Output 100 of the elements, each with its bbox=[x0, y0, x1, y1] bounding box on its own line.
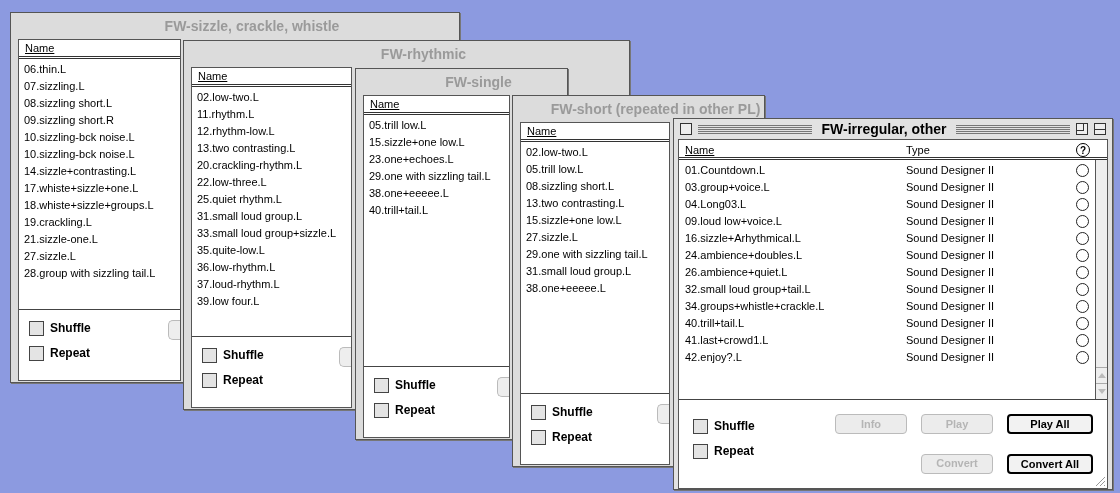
list-row[interactable]: 06.thin.L bbox=[24, 61, 175, 78]
column-header[interactable]: Type bbox=[906, 143, 930, 156]
list-cell-text: Sound Designer II bbox=[906, 197, 996, 213]
list-cell[interactable]: 40.trill+tail.L bbox=[685, 315, 906, 332]
list-row[interactable]: 27.sizzle.L bbox=[24, 248, 175, 265]
checkbox[interactable] bbox=[202, 372, 217, 388]
list-cell-text: Sound Designer II bbox=[906, 316, 996, 332]
list-cell-text: Sound Designer II bbox=[906, 163, 996, 179]
list-row[interactable]: 02.low-two.L bbox=[197, 89, 346, 106]
list-row[interactable]: 20.crackling-rhythm.L bbox=[197, 157, 346, 174]
list-row[interactable]: 05.trill low.L bbox=[369, 117, 504, 134]
list-row[interactable]: 11.rhythm.L bbox=[197, 106, 346, 123]
list-row[interactable]: 10.sizzling-bck noise.L bbox=[24, 146, 175, 163]
window-title: FW-irregular, other bbox=[820, 119, 948, 139]
list-row[interactable]: 27.sizzle.L bbox=[526, 229, 664, 246]
window-title: FW-short (repeated in other PL) bbox=[549, 99, 762, 119]
checkbox-label: Shuffle bbox=[223, 347, 264, 364]
list-row[interactable]: 05.trill low.L bbox=[526, 161, 664, 178]
column-header[interactable]: Name bbox=[198, 68, 228, 85]
checkbox-label: Shuffle bbox=[50, 320, 91, 337]
checkbox-label: Repeat bbox=[223, 372, 263, 389]
column-header[interactable]: Name bbox=[370, 96, 400, 113]
list-cell[interactable]: 26.ambience+quiet.L bbox=[685, 264, 906, 281]
list-row[interactable]: 38.one+eeeee.L bbox=[369, 185, 504, 202]
list-row[interactable]: 36.low-rhythm.L bbox=[197, 259, 346, 276]
window-title: FW-rhythmic bbox=[379, 44, 468, 64]
list-cell[interactable]: 42.enjoy?.L bbox=[685, 349, 906, 366]
list-row[interactable]: 09.sizzling short.R bbox=[24, 112, 175, 129]
list-row[interactable]: 17.whiste+sizzle+one.L bbox=[24, 180, 175, 197]
list-row[interactable]: 35.quite-low.L bbox=[197, 242, 346, 259]
list-row[interactable]: 18.whiste+sizzle+groups.L bbox=[24, 197, 175, 214]
list-row[interactable]: 13.two contrasting.L bbox=[526, 195, 664, 212]
list-cell-text: Sound Designer II bbox=[906, 333, 996, 349]
collapse-box[interactable] bbox=[1094, 123, 1106, 135]
list-cell[interactable]: 09.loud low+voice.L bbox=[685, 213, 906, 230]
list-row[interactable]: 13.two contrasting.L bbox=[197, 140, 346, 157]
button[interactable]: Play All bbox=[1007, 414, 1093, 434]
column-header[interactable]: Name bbox=[527, 123, 557, 140]
list-row[interactable]: 10.sizzling-bck noise.L bbox=[24, 129, 175, 146]
list-row[interactable]: 22.low-three.L bbox=[197, 174, 346, 191]
list-cell[interactable]: 01.Countdown.L bbox=[685, 162, 906, 179]
close-box[interactable] bbox=[680, 123, 692, 135]
list-row[interactable]: 07.sizzling.L bbox=[24, 78, 175, 95]
checkbox[interactable] bbox=[693, 418, 708, 434]
window-title: FW-single bbox=[444, 72, 513, 92]
checkbox-label: Shuffle bbox=[714, 418, 755, 435]
list-row[interactable]: 08.sizzling short.L bbox=[24, 95, 175, 112]
list-cell-text: Sound Designer II bbox=[906, 350, 996, 366]
list-row[interactable]: 37.loud-rhythm.L bbox=[197, 276, 346, 293]
list-row[interactable]: 31.small loud group.L bbox=[526, 263, 664, 280]
checkbox-label: Repeat bbox=[714, 443, 754, 460]
list-cell[interactable]: 32.small loud group+tail.L bbox=[685, 281, 906, 298]
list-cell[interactable]: 16.sizzle+Arhythmical.L bbox=[685, 230, 906, 247]
list-row[interactable]: 25.quiet rhythm.L bbox=[197, 191, 346, 208]
resize-grip-icon[interactable] bbox=[1093, 474, 1106, 487]
list-cell-text: Sound Designer II bbox=[906, 299, 996, 315]
list-row[interactable]: 08.sizzling short.L bbox=[526, 178, 664, 195]
column-header[interactable]: Name bbox=[685, 143, 715, 156]
list-row[interactable]: 23.one+echoes.L bbox=[369, 151, 504, 168]
list-row[interactable]: 29.one with sizzling tail.L bbox=[526, 246, 664, 263]
list-cell-text: Sound Designer II bbox=[906, 214, 996, 230]
list-row[interactable]: 15.sizzle+one low.L bbox=[369, 134, 504, 151]
checkbox-label: Repeat bbox=[395, 402, 435, 419]
list-row[interactable]: 21.sizzle-one.L bbox=[24, 231, 175, 248]
list-cell-text: Sound Designer II bbox=[906, 248, 996, 264]
list-cell-text: Sound Designer II bbox=[906, 231, 996, 247]
checkbox[interactable] bbox=[531, 404, 546, 420]
list-row[interactable]: 14.sizzle+contrasting.L bbox=[24, 163, 175, 180]
list-row[interactable]: 02.low-two.L bbox=[526, 144, 664, 161]
list-cell-text: Sound Designer II bbox=[906, 282, 996, 298]
list-cell[interactable]: 24.ambience+doubles.L bbox=[685, 247, 906, 264]
list-row[interactable]: 12.rhythm-low.L bbox=[197, 123, 346, 140]
button[interactable]: Convert All bbox=[1007, 453, 1093, 474]
list-row[interactable]: 19.crackling.L bbox=[24, 214, 175, 231]
list-row[interactable]: 40.trill+tail.L bbox=[369, 202, 504, 219]
list-row[interactable]: 38.one+eeeee.L bbox=[526, 280, 664, 297]
list-row[interactable]: 39.low four.L bbox=[197, 293, 346, 310]
checkbox[interactable] bbox=[374, 402, 389, 418]
column-header[interactable]: Name bbox=[25, 40, 55, 57]
list-cell-text: Sound Designer II bbox=[906, 180, 996, 196]
checkbox[interactable] bbox=[374, 377, 389, 393]
checkbox[interactable] bbox=[29, 320, 44, 336]
window-title: FW-sizzle, crackle, whistle bbox=[163, 16, 341, 36]
list-row[interactable]: 29.one with sizzling tail.L bbox=[369, 168, 504, 185]
checkbox[interactable] bbox=[202, 347, 217, 363]
list-cell[interactable]: 03.group+voice.L bbox=[685, 179, 906, 196]
checkbox[interactable] bbox=[531, 429, 546, 445]
list-row[interactable]: 33.small loud group+sizzle.L bbox=[197, 225, 346, 242]
list-cell[interactable]: 04.Long03.L bbox=[685, 196, 906, 213]
list-cell[interactable]: 41.last+crowd1.L bbox=[685, 332, 906, 349]
list-cell[interactable]: 34.groups+whistle+crackle.L bbox=[685, 298, 906, 315]
checkbox-label: Repeat bbox=[552, 429, 592, 446]
checkbox[interactable] bbox=[29, 345, 44, 361]
checkbox-label: Shuffle bbox=[552, 404, 593, 421]
list-row[interactable]: 28.group with sizzling tail.L bbox=[24, 265, 175, 282]
zoom-box[interactable] bbox=[1076, 123, 1088, 135]
checkbox[interactable] bbox=[693, 443, 708, 459]
checkbox-label: Shuffle bbox=[395, 377, 436, 394]
list-row[interactable]: 31.small loud group.L bbox=[197, 208, 346, 225]
list-row[interactable]: 15.sizzle+one low.L bbox=[526, 212, 664, 229]
